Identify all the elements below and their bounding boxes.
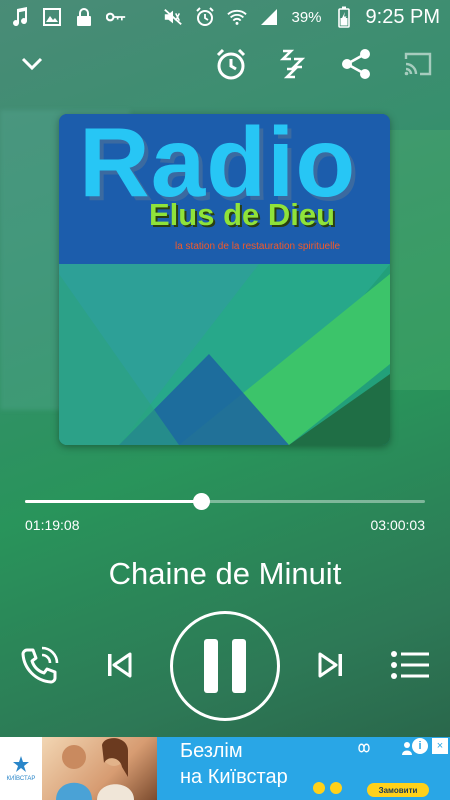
status-bar-right: 39% 9:25 PM [163, 6, 440, 29]
battery-percent: 39% [291, 8, 322, 26]
clock-time: 9:25 PM [365, 5, 440, 28]
status-bar: 39% 9:25 PM [0, 0, 450, 34]
pause-icon [204, 639, 246, 693]
status-bar-left [10, 7, 126, 27]
ad-brand-logo: КИЇВСТАР [0, 737, 42, 800]
cast-icon[interactable] [398, 44, 438, 84]
previous-icon[interactable] [104, 650, 134, 680]
playlist-icon[interactable] [389, 648, 431, 682]
star-logo-icon [13, 756, 29, 772]
alarm-clock-icon[interactable] [211, 44, 251, 84]
ad-banner[interactable]: КИЇВСТАР Безлім на Київстар Замовити i × [0, 737, 450, 800]
lock-icon [74, 7, 94, 27]
ad-headline: Безлім [180, 740, 243, 762]
sleep-timer-icon[interactable] [274, 44, 314, 84]
track-title: Chaine de Minuit [108, 556, 342, 591]
album-art-subtitle: Elus de Dieu [149, 197, 336, 232]
key-icon [106, 7, 126, 27]
seek-bar-thumb[interactable] [193, 493, 210, 510]
ad-subheadline: на Київстар [180, 766, 288, 788]
play-pause-button[interactable] [170, 611, 280, 721]
seek-bar[interactable] [25, 493, 425, 510]
call-icon[interactable] [16, 643, 62, 689]
signal-icon [259, 7, 279, 27]
player-toolbar [0, 40, 450, 88]
mute-icon [163, 7, 183, 27]
share-icon[interactable] [336, 44, 376, 84]
ad-close-icon[interactable]: × [432, 738, 448, 754]
ad-info-icon[interactable]: i [412, 738, 428, 754]
album-art: Radio Elus de Dieu la station de la rest… [59, 114, 390, 445]
total-time: 03:00:03 [370, 517, 426, 533]
ad-order-button[interactable]: Замовити [367, 783, 429, 797]
wifi-icon [227, 7, 248, 27]
image-icon [42, 7, 62, 27]
alarm-icon [195, 7, 215, 27]
chevron-down-icon[interactable] [12, 44, 52, 84]
infinity-icon [358, 743, 370, 753]
battery-icon [334, 6, 354, 28]
current-time: 01:19:08 [25, 517, 80, 533]
next-icon[interactable] [316, 650, 346, 680]
ad-photo [42, 737, 157, 800]
music-note-icon [10, 7, 30, 27]
ad-brand-name: КИЇВСТАР [6, 776, 36, 782]
ad-dots-decoration [313, 782, 342, 794]
seek-bar-fill [25, 500, 201, 503]
album-art-tagline: la station de la restauration spirituell… [175, 241, 341, 252]
